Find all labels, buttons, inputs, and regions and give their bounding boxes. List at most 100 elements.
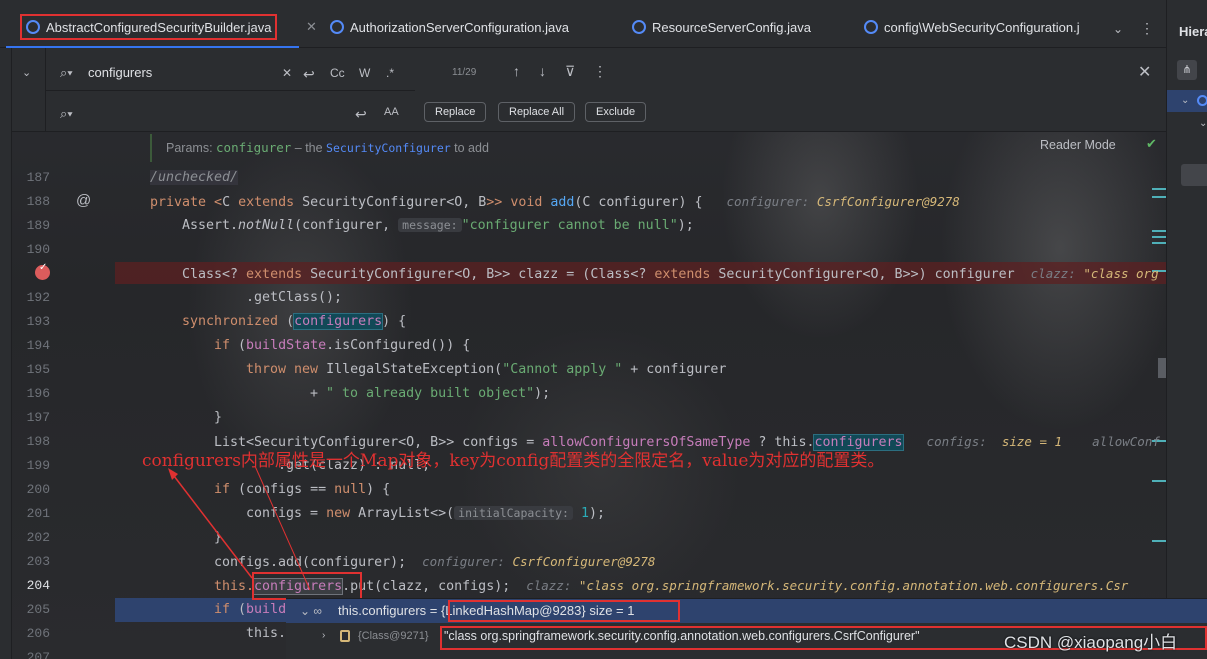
match-case-toggle[interactable]: Cc — [330, 66, 345, 80]
search-input[interactable] — [88, 62, 278, 82]
tab-label: AbstractConfiguredSecurityBuilder.java — [46, 19, 272, 35]
replace-input[interactable] — [88, 102, 278, 122]
line-number[interactable]: 206 — [0, 626, 50, 641]
hint-name: configurer: — [422, 554, 513, 569]
tab-abstract-configured-security-builder[interactable]: AbstractConfiguredSecurityBuilder.java — [5, 14, 300, 48]
chevron-right-icon[interactable]: › — [322, 630, 325, 641]
code-line-205: if (build — [214, 602, 286, 617]
replace-icon[interactable]: ⌕▾ — [60, 106, 73, 122]
tok: ) { — [366, 482, 391, 497]
chevron-down-icon[interactable]: ⌄ — [1181, 95, 1189, 106]
code-line-191: Class<? extends SecurityConfigurer<O, B>… — [182, 266, 1159, 282]
tok: "configurer cannot be null" — [461, 218, 678, 233]
tok: , — [462, 195, 479, 210]
replace-button[interactable]: Replace — [424, 102, 487, 122]
debug-row-configurers[interactable]: ⌄ ∞ this.configurers = {LinkedHashMap@92… — [286, 599, 1207, 623]
tok: >>) configurer — [902, 267, 1015, 282]
scroll-marker[interactable] — [1152, 196, 1166, 198]
tok: ) { — [382, 314, 407, 329]
override-annotation-icon[interactable]: @ — [76, 192, 91, 209]
exclude-button[interactable]: Exclude — [585, 102, 647, 122]
filter-icon[interactable]: ⊽ — [565, 63, 575, 80]
chevron-down-icon[interactable]: ⌄ — [1199, 118, 1207, 129]
line-number[interactable]: 188 — [0, 194, 50, 209]
debug-class-label: {Class@9271} — [358, 630, 429, 642]
line-number[interactable]: 189 — [0, 218, 50, 233]
replace-all-button[interactable]: Replace All — [498, 102, 576, 122]
scroll-marker[interactable] — [1152, 188, 1166, 190]
regex-toggle[interactable]: .* — [386, 66, 394, 80]
tok: private < — [150, 195, 223, 210]
close-icon[interactable]: ✕ — [1138, 62, 1151, 82]
history-icon[interactable]: ↩ — [303, 66, 315, 83]
tok: SecurityConfigurer< — [718, 267, 871, 282]
tab-label: ResourceServerConfig.java — [652, 19, 811, 35]
tab-resource-server-config[interactable]: ResourceServerConfig.java — [632, 14, 811, 40]
tab-label: AuthorizationServerConfiguration.java — [350, 19, 569, 35]
tok: null — [334, 482, 367, 497]
tab-authorization-server-configuration[interactable]: AuthorizationServerConfiguration.java — [330, 14, 569, 40]
scroll-marker[interactable] — [1152, 236, 1166, 238]
preserve-case-toggle[interactable]: AA — [384, 106, 399, 118]
line-number[interactable]: 192 — [0, 290, 50, 305]
clear-icon[interactable]: ✕ — [282, 66, 292, 80]
line-number[interactable]: 195 — [0, 362, 50, 377]
doc-params-label: Params: — [166, 141, 213, 155]
line-number[interactable]: 198 — [0, 434, 50, 449]
arrow-down-icon[interactable]: ↓ — [539, 63, 546, 79]
hierarchy-icon[interactable]: ⋔ — [1177, 60, 1197, 80]
tab-close-icon[interactable]: ✕ — [298, 14, 317, 40]
scrollbar-thumb[interactable] — [1158, 358, 1166, 378]
line-number[interactable]: 194 — [0, 338, 50, 353]
doc-dash: – the — [291, 141, 327, 155]
line-number[interactable]: 197 — [0, 410, 50, 425]
chevron-down-icon[interactable]: ⌄ — [22, 66, 31, 79]
doc-link[interactable]: SecurityConfigurer — [326, 141, 451, 155]
tab-web-security-configuration[interactable]: config\WebSecurityConfiguration.j — [864, 14, 1100, 40]
scroll-marker[interactable] — [1152, 242, 1166, 244]
tok: , — [470, 267, 487, 282]
hint-name: clazz: — [1030, 266, 1084, 281]
code-line-203: configs.add(configurer); configurer: Csr… — [214, 554, 655, 570]
new-line-icon[interactable]: ↩ — [355, 106, 367, 123]
more-icon[interactable]: ⋮ — [593, 63, 607, 80]
doc-param-name: configurer — [216, 140, 292, 155]
line-number[interactable]: 207 — [0, 650, 50, 659]
tok: .isConfigured()) { — [326, 338, 471, 353]
line-number[interactable]: 196 — [0, 386, 50, 401]
scroll-marker[interactable] — [1152, 540, 1166, 542]
line-number[interactable]: 204 — [0, 578, 50, 593]
line-number[interactable]: 201 — [0, 506, 50, 521]
tok: configurer) { — [590, 195, 703, 210]
debug-expr-name: this.configurers = — [338, 603, 441, 618]
chevron-down-icon[interactable]: ⌄ — [1113, 22, 1123, 36]
arrow-up-icon[interactable]: ↑ — [513, 63, 520, 79]
search-icon[interactable]: ⌕▾ — [60, 65, 73, 81]
hint-value: CsrfConfigurer@9278 — [512, 554, 656, 569]
line-number[interactable]: 202 — [0, 530, 50, 545]
tok: 1 — [572, 506, 589, 521]
close-icon[interactable]: ✕ — [306, 19, 317, 35]
scroll-marker[interactable] — [1152, 230, 1166, 232]
line-number[interactable]: 205 — [0, 602, 50, 617]
code-line-202: } — [214, 530, 223, 545]
tok: configs = — [246, 506, 327, 521]
reader-mode-button[interactable]: Reader Mode — [1040, 138, 1116, 152]
tok: O — [870, 267, 879, 282]
more-icon[interactable]: ⋮ — [1140, 20, 1154, 37]
code-line-197: } — [214, 410, 223, 425]
line-number[interactable]: 199 — [0, 458, 50, 473]
scroll-marker[interactable] — [1152, 480, 1166, 482]
code-line-200: if (configs == null) { — [214, 482, 390, 497]
tree-item[interactable] — [1181, 164, 1207, 186]
hint-name: allowConf — [1092, 434, 1160, 449]
inline-value-hint: configs: size = 1 allowConf — [927, 434, 1160, 449]
doc-bar — [150, 134, 152, 162]
line-number[interactable]: 193 — [0, 314, 50, 329]
line-number[interactable]: 187 — [0, 170, 50, 185]
breakpoint-icon[interactable] — [35, 262, 50, 280]
line-number[interactable]: 200 — [0, 482, 50, 497]
whole-word-toggle[interactable]: W — [359, 66, 370, 80]
line-number[interactable]: 190 — [0, 242, 50, 257]
line-number[interactable]: 203 — [0, 554, 50, 569]
